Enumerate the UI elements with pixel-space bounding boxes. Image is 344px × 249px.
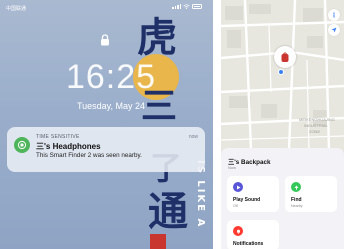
lock-date: Tuesday, May 24 (76, 101, 146, 111)
wallpaper-char-4: 通 (148, 188, 188, 235)
item-sheet: 三's Backpack Now Play Sound Off Find Nea… (221, 148, 344, 249)
play-icon (233, 182, 243, 192)
item-pin[interactable] (274, 46, 296, 68)
user-location-dot (278, 69, 284, 75)
find-button[interactable]: Find Nearby (285, 176, 337, 212)
wallpaper-char-1: 虎 (137, 14, 177, 61)
notification-label: TIME SENSITIVE (36, 134, 80, 140)
bell-icon (233, 226, 243, 236)
lock-screen: 虎 三 了 通 IS LIKE A 中国联通 16:25 Tuesday, Ma… (0, 0, 213, 249)
wifi-icon (183, 4, 190, 9)
carrier-label: 中国联通 (6, 6, 27, 12)
play-sound-button[interactable]: Play Sound Off (227, 176, 279, 212)
notification-time: now (188, 134, 198, 140)
notifications-label: Notifications (233, 241, 264, 247)
find-my-screen: MEIKENGHUAJING INDUSTRIAL ZONE 三's Backp… (221, 0, 344, 249)
status-icons (172, 4, 202, 9)
item-subtitle: Now (228, 165, 237, 170)
location-arrow-icon[interactable] (328, 24, 340, 36)
signal-icon (172, 4, 181, 9)
findmy-icon (14, 137, 30, 153)
play-sound-label: Play Sound (233, 197, 261, 203)
notification-card[interactable]: TIME SENSITIVE now 三's Headphones This S… (7, 127, 205, 172)
find-label: Find (291, 197, 302, 203)
lock-clock: 16:25 (65, 58, 157, 96)
notification-body: This Smart Finder 2 was seen nearby. (36, 152, 142, 159)
arrow-up-icon (291, 182, 301, 192)
find-sub: Nearby (291, 204, 303, 208)
lock-icon (101, 34, 109, 46)
battery-icon (192, 4, 202, 9)
play-sound-sub: Off (233, 204, 238, 208)
notification-title: 三's Headphones (36, 142, 101, 151)
info-icon[interactable] (328, 9, 340, 21)
wallpaper-seal (150, 234, 166, 249)
map-label-3: ZONE (309, 129, 321, 134)
backpack-icon (281, 52, 289, 62)
notifications-button[interactable]: Notifications (227, 220, 279, 249)
